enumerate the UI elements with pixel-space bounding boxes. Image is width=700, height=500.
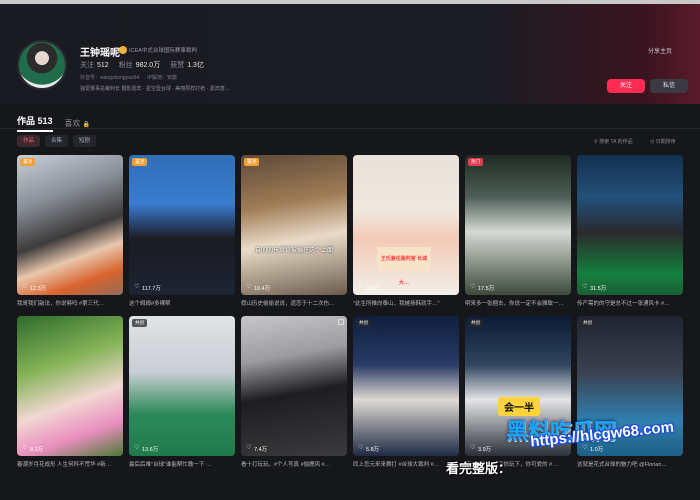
video-overlay-stamp: 王氏兼任裁判官 长城大… — [377, 247, 431, 286]
content-tabs: 作品 513 喜欢 🔒 — [17, 114, 90, 132]
chip-works[interactable]: 作品 — [17, 135, 41, 147]
like-count: ♡ 5.8万 — [358, 445, 380, 453]
video-caption[interactable]: 最后后难"台球"谁能帮忙撒一下 … — [129, 460, 235, 468]
tab-divider — [0, 128, 700, 129]
video-thumbnail[interactable]: 置顶 ♡ 117.7万 — [129, 155, 235, 295]
video-card[interactable]: 共创 ♡ 13.6万 最后后难"台球"谁能帮忙撒一下 … — [129, 316, 235, 470]
follow-button[interactable]: 关注 — [607, 79, 645, 93]
heart-icon: ♡ — [22, 284, 28, 290]
video-card[interactable]: ♡ 7.4万 看十打玩玩。#个人写真 #伽鹿风 #… — [241, 316, 347, 470]
avatar[interactable] — [17, 40, 67, 90]
video-thumbnail[interactable]: 共创 ♡ 13.6万 — [129, 316, 235, 456]
profile-name: 王钟瑶呢 — [80, 48, 120, 59]
video-card[interactable]: 王氏兼任裁判官 长城大… ♡ 2.3万 "此生所推向泰山，我摊扬韩就手…" — [353, 155, 459, 309]
verified-badge-icon — [119, 46, 127, 54]
like-count: ♡ 31.5万 — [582, 284, 607, 292]
stat-likes: 获赞 1.3亿 — [170, 62, 204, 69]
heart-icon: ♡ — [358, 284, 364, 290]
filter-chips: 作品 合集 短剧 — [17, 135, 97, 147]
co-created-badge: 共创 — [356, 319, 371, 327]
heart-icon: ♡ — [470, 284, 476, 290]
like-count: ♡ 117.7万 — [134, 284, 161, 292]
share-profile-link[interactable]: 分享主页 — [648, 46, 672, 55]
heart-icon: ♡ — [246, 445, 252, 451]
like-count: ♡ 17.5万 — [470, 284, 495, 292]
profile-page: 王钟瑶呢 ICEA中式台球国际赛事裁判 关注 512 粉丝 982.0万 获赞 1.3… — [0, 4, 700, 500]
watermark-url-label: 看完整版： — [446, 461, 512, 476]
like-count: ♡ 13.6万 — [134, 445, 159, 453]
profile-bio: 独爱赛事总裁判长 摄影嘉宾 · 星空壹台球 · 美丽照样打枪 · 嘉宾唐… — [80, 86, 230, 92]
pinned-badge: 置顶 — [244, 158, 259, 166]
profile-header: 王钟瑶呢 ICEA中式台球国际赛事裁判 关注 512 粉丝 982.0万 获赞 1.3… — [0, 4, 700, 104]
chip-collections[interactable]: 合集 — [45, 135, 69, 147]
like-count: ♡ 2.3万 — [358, 284, 380, 292]
video-caption[interactable]: 这个姆姆#多裸帮 — [129, 299, 235, 307]
co-created-badge: 共创 — [132, 319, 147, 327]
video-caption[interactable]: 这就是花式台球的魅力吧 @Florian… — [577, 460, 683, 468]
like-count: ♡ 1.0万 — [582, 445, 604, 453]
chip-short-drama[interactable]: 短剧 — [73, 135, 97, 147]
heart-icon: ♡ — [134, 445, 140, 451]
video-caption[interactable]: 同上您元来来赛打 #台球大裁判 #… — [353, 460, 459, 468]
video-caption[interactable]: "此生所推向泰山，我摊扬韩就手…" — [353, 299, 459, 307]
video-card[interactable]: 共创 ♡ 1.0万 这就是花式台球的魅力吧 @Florian… — [577, 316, 683, 470]
video-thumbnail[interactable]: ♡ 31.5万 — [577, 155, 683, 295]
like-count: ♡ 3.9万 — [470, 445, 492, 453]
tab-works[interactable]: 作品 513 — [17, 114, 53, 132]
video-card[interactable]: ♡ 8.2万 春潮岁月花成形 人生何科不荒华 #新… — [17, 316, 123, 470]
video-thumbnail[interactable]: 共创 ♡ 5.8万 — [353, 316, 459, 456]
album-icon — [338, 319, 344, 325]
like-count: ♡ 12.3万 — [22, 284, 47, 292]
heart-icon: ♡ — [22, 445, 28, 451]
video-caption[interactable]: 传产需的的守是总不过一张通风卡 #… — [577, 299, 683, 307]
sort-dropdown[interactable]: ◷ 日期排序 — [650, 138, 676, 145]
hot-badge: 热门 — [468, 158, 483, 166]
tab-likes[interactable]: 喜欢 🔒 — [65, 118, 91, 132]
heart-icon: ♡ — [582, 284, 588, 290]
message-button[interactable]: 私信 — [650, 79, 688, 93]
video-overlay-text: 自的的东窝背被插在这个上面 — [254, 248, 333, 254]
ip-location: IP属地：安徽 — [147, 75, 177, 81]
search-icon: ⚲ — [594, 139, 598, 145]
video-caption[interactable]: 我哥我们敲法，你说够吗 #第三代… — [17, 299, 123, 307]
video-card[interactable]: 热门 ♡ 17.5万 明来多一张捆去，你说一定不会雅致一… — [465, 155, 571, 309]
heart-icon: ♡ — [358, 445, 364, 451]
co-created-badge: 共创 — [580, 319, 595, 327]
co-created-badge: 共创 — [468, 319, 483, 327]
pinned-badge: 置顶 — [20, 158, 35, 166]
heart-icon: ♡ — [134, 284, 140, 290]
stat-followers[interactable]: 粉丝 982.0万 — [119, 60, 161, 70]
profile-meta: 抖音号：wangzhongyao54 IP属地：安徽 — [80, 74, 177, 81]
video-card[interactable]: 共创 ♡ 5.8万 同上您元来来赛打 #台球大裁判 #… — [353, 316, 459, 470]
heart-icon: ♡ — [470, 445, 476, 451]
video-caption[interactable]: 春潮岁月花成形 人生何科不荒华 #新… — [17, 460, 123, 468]
stat-following[interactable]: 关注 512 — [80, 60, 109, 70]
video-card[interactable]: 置顶 ♡ 12.3万 我哥我们敲法，你说够吗 #第三代… — [17, 155, 123, 309]
heart-icon: ♡ — [246, 284, 252, 290]
like-count: ♡ 7.4万 — [246, 445, 268, 453]
like-count: ♡ 8.2万 — [22, 445, 44, 453]
video-thumbnail[interactable]: 王氏兼任裁判官 长城大… ♡ 2.3万 — [353, 155, 459, 295]
video-thumbnail[interactable]: 置顶 ♡ 12.3万 — [17, 155, 123, 295]
video-thumbnail[interactable]: ♡ 8.2万 — [17, 316, 123, 456]
profile-stats: 关注 512 粉丝 982.0万 获赞 1.3亿 — [80, 60, 204, 70]
like-count: ♡ 10.4万 — [246, 284, 271, 292]
video-caption[interactable]: 假山历史偷偷说说，遗恋于十二次伤… — [241, 299, 347, 307]
verified-description: ICEA中式台球国际赛事裁判 — [129, 48, 197, 54]
video-card[interactable]: ♡ 31.5万 传产需的的守是总不过一张通风卡 #… — [577, 155, 683, 309]
video-caption[interactable]: 看十打玩玩。#个人写真 #伽鹿风 #… — [241, 460, 347, 468]
video-card[interactable]: 置顶 ♡ 117.7万 这个姆姆#多裸帮 — [129, 155, 235, 309]
search-works-input[interactable]: ⚲ 搜索 TA 的作品 — [594, 138, 633, 145]
video-thumbnail[interactable]: 热门 ♡ 17.5万 — [465, 155, 571, 295]
account-id: 抖音号：wangzhongyao54 — [80, 75, 140, 81]
clock-icon: ◷ — [650, 139, 655, 145]
video-thumbnail[interactable]: ♡ 7.4万 — [241, 316, 347, 456]
video-card[interactable]: 置顶 自的的东窝背被插在这个上面 ♡ 10.4万 假山历史偷偷说说，遗恋于十二次伤… — [241, 155, 347, 309]
video-caption[interactable]: 明来多一张捆去，你说一定不会雅致一… — [465, 299, 571, 307]
video-thumbnail[interactable]: 置顶 自的的东窝背被插在这个上面 ♡ 10.4万 — [241, 155, 347, 295]
pinned-badge: 置顶 — [132, 158, 147, 166]
